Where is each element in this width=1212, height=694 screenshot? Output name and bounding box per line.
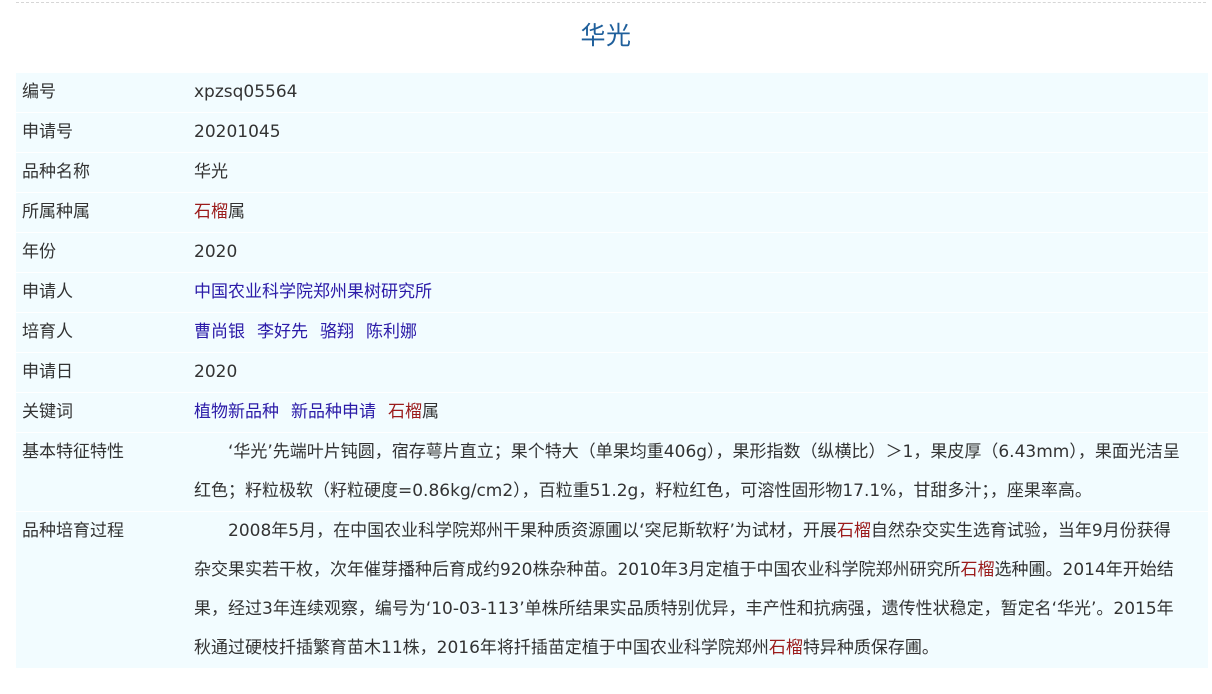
table-row: 申请号 20201045 <box>16 112 1208 153</box>
page-title: 华光 <box>580 21 632 50</box>
table-row: 申请人 中国农业科学院郑州果树研究所 <box>16 272 1208 313</box>
breeder-link-1[interactable]: 曹尚银 <box>194 322 245 342</box>
field-label-number: 编号 <box>16 73 194 113</box>
field-label-applicant: 申请人 <box>16 272 194 313</box>
table-row: 品种培育过程 2008年5月，在中国农业科学院郑州干果种质资源圃以‘突尼斯软籽’… <box>16 511 1208 669</box>
table-row: 年份 2020 <box>16 232 1208 273</box>
keyword-genus-highlight: 石榴 <box>388 402 422 422</box>
genus-suffix: 属 <box>228 202 245 222</box>
field-label-application-date: 申请日 <box>16 352 194 393</box>
top-divider <box>16 2 1206 3</box>
breeder-link-4[interactable]: 陈利娜 <box>366 322 417 342</box>
table-row: 关键词 植物新品种 新品种申请 石榴属 <box>16 392 1208 433</box>
table-row: 编号 xpzsq05564 <box>16 73 1208 113</box>
keyword-genus-suffix: 属 <box>422 402 439 422</box>
field-label-keywords: 关键词 <box>16 392 194 433</box>
field-label-breeding-process: 品种培育过程 <box>16 511 194 669</box>
breeding-text-segment: 特异种质保存圃。 <box>802 638 939 658</box>
field-value-breeding-process: 2008年5月，在中国农业科学院郑州干果种质资源圃以‘突尼斯软籽’为试材，开展石… <box>194 511 1208 669</box>
pomegranate-highlight: 石榴 <box>768 638 803 658</box>
field-label-application-number: 申请号 <box>16 112 194 153</box>
field-value-basic-characteristics: ‘华光’先端叶片钝圆，宿存萼片直立；果个特大（单果均重406g），果形指数（纵横… <box>194 432 1208 512</box>
table-row: 培育人 曹尚银 李好先 骆翔 陈利娜 <box>16 312 1208 353</box>
basic-characteristics-paragraph: ‘华光’先端叶片钝圆，宿存萼片直立；果个特大（单果均重406g），果形指数（纵横… <box>194 442 1180 501</box>
field-value-application-date: 2020 <box>194 352 1208 393</box>
pomegranate-highlight: 石榴 <box>960 560 995 580</box>
field-value-breeders: 曹尚银 李好先 骆翔 陈利娜 <box>194 312 1208 353</box>
field-value-keywords: 植物新品种 新品种申请 石榴属 <box>194 392 1208 433</box>
table-row: 品种名称 华光 <box>16 152 1208 193</box>
variety-info-table: 编号 xpzsq05564 申请号 20201045 品种名称 华光 所属种属 … <box>16 73 1208 669</box>
field-label-variety-name: 品种名称 <box>16 152 194 193</box>
applicant-link[interactable]: 中国农业科学院郑州果树研究所 <box>194 282 432 302</box>
field-value-number: xpzsq05564 <box>194 73 1208 113</box>
breeding-text-segment: 2008年5月，在中国农业科学院郑州干果种质资源圃以‘突尼斯软籽’为试材，开展 <box>228 521 837 541</box>
pomegranate-highlight: 石榴 <box>836 521 871 541</box>
field-value-variety-name: 华光 <box>194 152 1208 193</box>
table-row: 所属种属 石榴属 <box>16 192 1208 233</box>
field-label-year: 年份 <box>16 232 194 273</box>
field-value-applicant: 中国农业科学院郑州果树研究所 <box>194 272 1208 313</box>
breeder-link-3[interactable]: 骆翔 <box>320 322 354 342</box>
genus-highlight: 石榴 <box>194 202 228 222</box>
keyword-link-variety-application[interactable]: 新品种申请 <box>291 402 376 422</box>
field-label-genus: 所属种属 <box>16 192 194 233</box>
breeder-link-2[interactable]: 李好先 <box>257 322 308 342</box>
field-value-year: 2020 <box>194 232 1208 273</box>
variety-detail-page: 华光 编号 xpzsq05564 申请号 20201045 品种名称 华光 所属… <box>0 0 1212 694</box>
table-row: 申请日 2020 <box>16 352 1208 393</box>
breeding-process-paragraph: 2008年5月，在中国农业科学院郑州干果种质资源圃以‘突尼斯软籽’为试材，开展石… <box>194 512 1184 668</box>
field-label-basic-characteristics: 基本特征特性 <box>16 432 194 512</box>
keyword-link-plant-variety[interactable]: 植物新品种 <box>194 402 279 422</box>
field-label-breeders: 培育人 <box>16 312 194 353</box>
field-value-application-number: 20201045 <box>194 112 1208 153</box>
field-value-genus: 石榴属 <box>194 192 1208 233</box>
table-row: 基本特征特性 ‘华光’先端叶片钝圆，宿存萼片直立；果个特大（单果均重406g），… <box>16 432 1208 512</box>
